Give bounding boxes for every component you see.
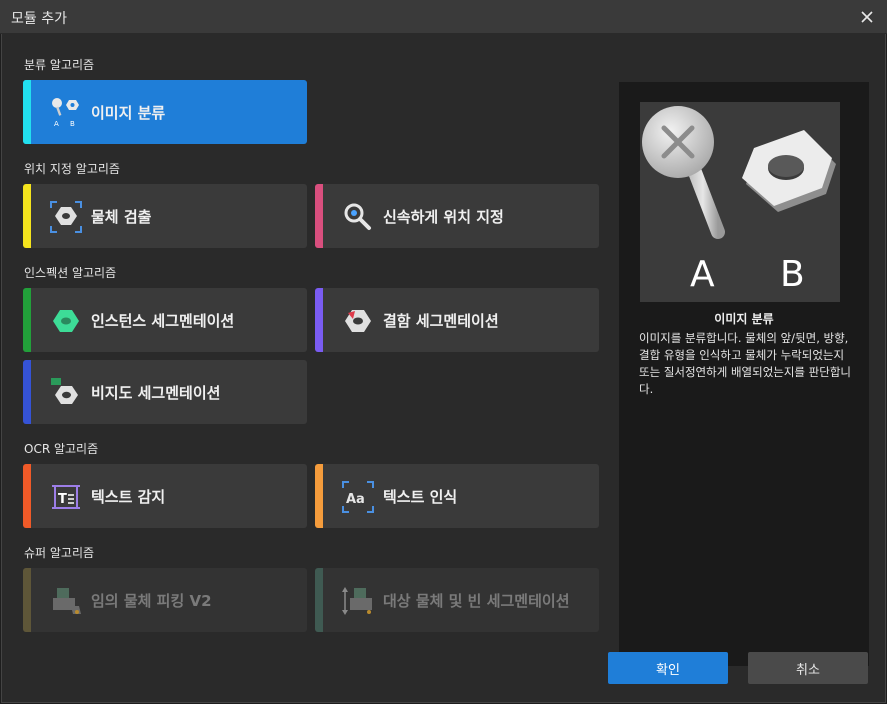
svg-text:A: A (54, 120, 59, 128)
cancel-button[interactable]: 취소 (748, 652, 868, 684)
card-stripe (23, 568, 31, 632)
svg-text:T: T (58, 492, 67, 507)
defect-segmentation-icon (345, 310, 371, 332)
unsupervised-segmentation-icon (51, 378, 78, 404)
screw-and-nut-illustration: A B (642, 106, 836, 295)
instance-segmentation-icon (53, 310, 79, 332)
preview-title: 이미지 분류 (714, 312, 774, 326)
card-picking-v2[interactable]: 임의 물체 피킹 V2 (23, 568, 307, 632)
card-label: 임의 물체 피킹 V2 (91, 591, 212, 610)
card-label: 신속하게 위치 지정 (383, 207, 504, 226)
section-label-ocr: OCR 알고리즘 (24, 442, 99, 456)
card-defect-segmentation[interactable]: 결함 세그멘테이션 (315, 288, 599, 352)
window-title: 모듈 추가 (11, 11, 67, 27)
card-instance-segmentation[interactable]: 인스턴스 세그멘테이션 (23, 288, 307, 352)
bin-segmentation-icon (342, 587, 372, 615)
ok-button[interactable]: 확인 (608, 652, 728, 684)
card-label: 텍스트 인식 (383, 487, 458, 506)
card-stripe (315, 568, 323, 632)
card-object-detection[interactable]: 물체 검출 (23, 184, 307, 248)
label-a: A (690, 254, 715, 295)
card-stripe (23, 464, 31, 528)
preview-image: A B (640, 102, 840, 302)
card-text-detection[interactable]: T 텍스트 감지 (23, 464, 307, 528)
image-classification-icon: A B (52, 98, 79, 128)
add-module-dialog: 분류 알고리즘 A B 이미지 분류 위치 지정 알고리즘 물체 검출 신속하게… (1, 34, 886, 703)
card-label: 텍스트 감지 (91, 487, 166, 506)
card-unsupervised-segmentation[interactable]: 비지도 세그멘테이션 (23, 360, 307, 424)
card-stripe (23, 80, 31, 144)
object-detection-icon (50, 201, 82, 233)
card-label: 이미지 분류 (91, 103, 166, 122)
card-label: 결함 세그멘테이션 (383, 311, 499, 330)
section-label-classification: 분류 알고리즘 (24, 58, 95, 72)
card-object-bin-segmentation[interactable]: 대상 물체 및 빈 세그멘테이션 (315, 568, 599, 632)
magnifier-icon (344, 203, 371, 230)
close-icon (861, 11, 873, 23)
title-bar: 모듈 추가 (0, 0, 887, 34)
card-stripe (23, 288, 31, 352)
card-label: 물체 검출 (91, 207, 152, 226)
preview-panel: A B 이미지 분류 이미지를 분류합니다. 물체의 앞/뒷면, 방향, 결합 … (619, 82, 869, 666)
card-stripe (315, 288, 323, 352)
label-b: B (780, 254, 805, 295)
card-stripe (315, 184, 323, 248)
card-stripe (23, 184, 31, 248)
section-label-location: 위치 지정 알고리즘 (24, 162, 120, 176)
preview-description: 이미지를 분류합니다. 물체의 앞/뒷면, 방향, 결합 유형을 인식하고 물체… (639, 331, 851, 396)
card-fast-positioning[interactable]: 신속하게 위치 지정 (315, 184, 599, 248)
close-button[interactable] (855, 5, 879, 29)
picking-icon (53, 588, 81, 614)
card-label: 인스턴스 세그멘테이션 (91, 311, 235, 330)
card-label: 비지도 세그멘테이션 (91, 383, 221, 402)
card-image-classification[interactable]: A B 이미지 분류 (23, 80, 307, 144)
card-text-recognition[interactable]: Aa 텍스트 인식 (315, 464, 599, 528)
card-label: 대상 물체 및 빈 세그멘테이션 (383, 591, 570, 610)
text-detection-icon: T (52, 485, 80, 509)
text-recognition-icon: Aa (342, 481, 374, 513)
svg-text:B: B (70, 120, 75, 128)
section-label-inspection: 인스펙션 알고리즘 (24, 266, 117, 280)
section-label-super: 슈퍼 알고리즘 (24, 546, 95, 560)
card-stripe (315, 464, 323, 528)
svg-text:Aa: Aa (346, 492, 365, 507)
card-stripe (23, 360, 31, 424)
